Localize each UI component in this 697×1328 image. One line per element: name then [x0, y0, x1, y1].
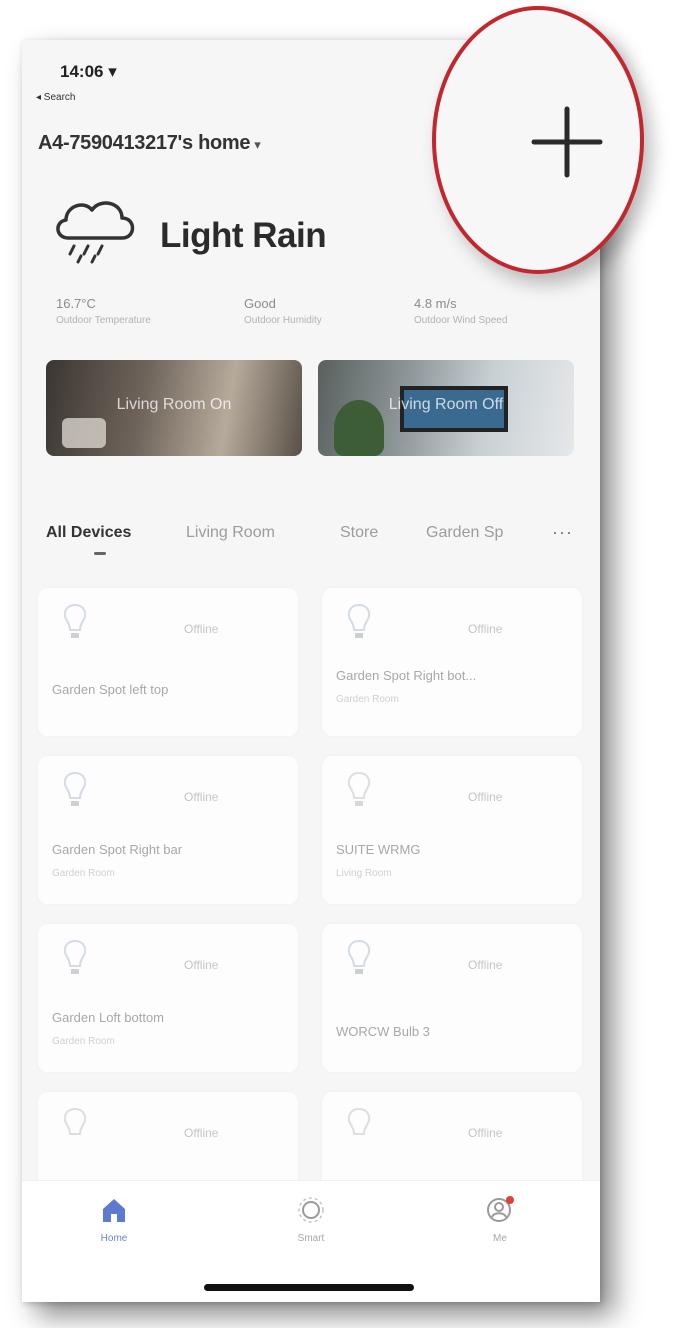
scene-photo: [62, 418, 106, 448]
bulb-icon: [347, 771, 371, 806]
device-name: Garden Loft bottom: [52, 1010, 165, 1025]
bulb-icon: [347, 1107, 371, 1135]
weather-stat-temperature: 16.7°C Outdoor Temperature: [56, 296, 151, 326]
me-icon: [487, 1196, 514, 1222]
nav-me[interactable]: Me: [460, 1195, 540, 1244]
stat-value: 4.8 m/s: [414, 296, 457, 311]
device-status: Offline: [468, 958, 503, 972]
device-room: Garden Room: [336, 694, 399, 705]
device-name: WORCW Bulb 3: [336, 1024, 430, 1039]
more-icon[interactable]: ···: [552, 522, 573, 543]
device-room: Living Room: [336, 868, 392, 879]
device-status: Offline: [184, 790, 219, 804]
stat-value: Good: [244, 296, 276, 311]
home-icon: [103, 1199, 125, 1222]
plus-icon[interactable]: [530, 105, 604, 179]
bulb-icon: [63, 771, 87, 806]
device-status: Offline: [468, 790, 503, 804]
device-name: SUITE WRMG: [336, 842, 421, 857]
active-tab-indicator: [94, 552, 106, 555]
device-status: Offline: [184, 622, 219, 636]
device-status: Offline: [184, 1126, 219, 1140]
device-status: Offline: [468, 1126, 503, 1140]
bulb-icon: [63, 1107, 87, 1135]
device-card[interactable]: Offline SUITE WRMG Living Room: [322, 756, 582, 904]
bulb-icon: [63, 603, 87, 638]
chevron-down-icon: ▾: [254, 137, 261, 152]
tab-all-devices[interactable]: All Devices: [46, 524, 131, 542]
stat-value: 16.7°C: [56, 296, 96, 311]
device-name: Garden Spot Right bot...: [336, 668, 477, 683]
bulb-icon: [347, 603, 371, 638]
device-room: Garden Room: [52, 1036, 115, 1047]
stat-label: Outdoor Temperature: [56, 315, 151, 326]
stat-label: Outdoor Wind Speed: [414, 315, 508, 326]
scene-card-living-room-on[interactable]: Living Room On: [46, 360, 302, 456]
device-card[interactable]: Offline WORCW Bulb 3: [322, 924, 582, 1072]
tab-garden[interactable]: Garden Sp: [426, 524, 503, 542]
device-name: Garden Spot Right bar: [52, 842, 183, 857]
status-time: 14:06 ▾: [60, 62, 117, 81]
device-card[interactable]: Offline Garden Loft bottom Garden Room: [38, 924, 298, 1072]
device-room: Garden Room: [52, 868, 115, 879]
stat-label: Outdoor Humidity: [244, 315, 322, 326]
home-selector[interactable]: A4-7590413217's home ▾: [38, 132, 261, 155]
home-name: A4-7590413217's home: [38, 132, 251, 154]
nav-label: Smart: [297, 1233, 325, 1244]
device-name: Garden Spot left top: [52, 682, 169, 697]
bulb-icon: [63, 939, 87, 974]
scene-card-living-room-off[interactable]: Living Room Off: [318, 360, 574, 456]
device-card[interactable]: Offline Garden Spot left top: [38, 588, 298, 736]
bulb-icon: [347, 939, 371, 974]
smart-icon: [298, 1197, 324, 1223]
tab-living-room[interactable]: Living Room: [186, 524, 275, 542]
weather-stat-wind: 4.8 m/s Outdoor Wind Speed: [414, 296, 507, 326]
nav-home[interactable]: Home: [74, 1195, 154, 1244]
scene-name: Living Room On: [116, 396, 232, 413]
weather-condition: Light Rain: [160, 216, 327, 255]
weather-stat-humidity: Good Outdoor Humidity: [244, 296, 322, 326]
cloud-rain-icon: [56, 201, 135, 264]
scene-name: Living Room Off: [388, 396, 504, 413]
nav-label: Home: [100, 1233, 128, 1244]
back-to-search-link[interactable]: ◂ Search: [36, 92, 75, 103]
device-status: Offline: [468, 622, 503, 636]
tab-store[interactable]: Store: [340, 524, 378, 542]
device-card[interactable]: Offline Garden Spot Right bar Garden Roo…: [38, 756, 298, 904]
home-indicator: [204, 1284, 414, 1291]
nav-label: Me: [493, 1233, 507, 1244]
nav-smart[interactable]: Smart: [271, 1195, 351, 1244]
device-card[interactable]: Offline Garden Spot Right bot... Garden …: [322, 588, 582, 736]
device-status: Offline: [184, 958, 219, 972]
